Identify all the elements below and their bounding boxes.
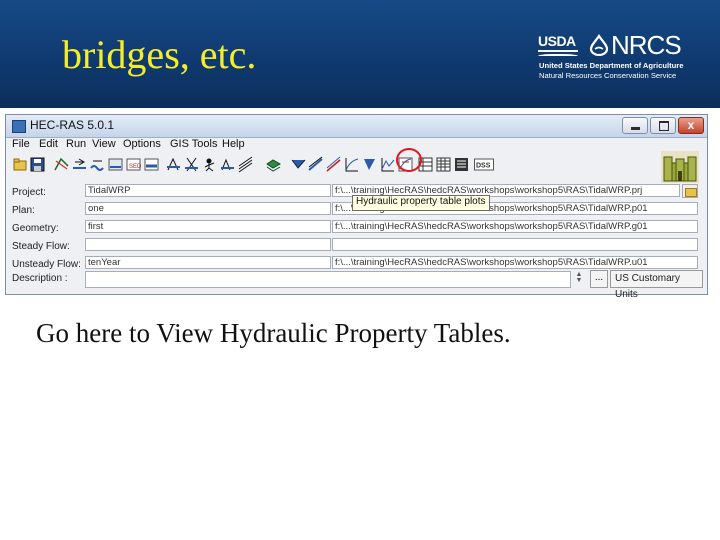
close-button[interactable]: x — [678, 117, 704, 134]
unsteady-flow-label: Unsteady Flow: — [12, 259, 81, 270]
menu-file[interactable]: File — [12, 138, 30, 150]
geometry-label: Geometry: — [12, 223, 59, 234]
slide-header: bridges, etc. USDA NRCS United States De… — [0, 0, 720, 108]
perspective-plot-icon[interactable] — [362, 156, 377, 173]
usda-logo-text: USDA — [538, 33, 576, 49]
quasi-unsteady-flow-icon[interactable] — [108, 156, 123, 173]
menu-options[interactable]: Options — [123, 138, 161, 150]
summary-errors-icon[interactable] — [454, 156, 469, 173]
hydraulic-design-icon[interactable] — [238, 156, 253, 173]
svg-text:SED: SED — [129, 164, 141, 170]
tooltip-hydraulic-property-table-plots: Hydraulic property table plots — [352, 195, 490, 211]
nrcs-logo-text: NRCS — [611, 30, 682, 60]
open-folder-icon[interactable] — [682, 184, 698, 198]
steady-flow-name-field[interactable] — [85, 238, 331, 251]
save-project-icon[interactable] — [30, 156, 45, 173]
stage-flow-hydrograph-icon[interactable] — [380, 156, 395, 173]
menu-view[interactable]: View — [92, 138, 116, 150]
plan-name-field[interactable]: one — [85, 202, 331, 215]
logo-service: Natural Resources Conservation Service — [539, 71, 677, 80]
geometry-path-field[interactable]: f:\...\training\HecRAS\hedcRAS\workshops… — [332, 220, 698, 233]
unsteady-flow-data-icon[interactable] — [90, 156, 105, 173]
svg-text:DSS: DSS — [476, 163, 491, 170]
dss-viewer-icon[interactable]: DSS — [474, 156, 494, 173]
description-scroll[interactable]: ▲ ▼ — [573, 271, 585, 285]
general-profile-plot-icon[interactable] — [326, 156, 341, 173]
steady-flow-path-field[interactable] — [332, 238, 698, 251]
usda-nrcs-logo: USDA NRCS United States Department of Ag… — [538, 30, 708, 82]
unsteady-flow-name-field[interactable]: tenYear — [85, 256, 331, 269]
water-quality-data-icon[interactable] — [144, 156, 159, 173]
project-name-field[interactable]: TidalWRP — [85, 184, 331, 197]
plan-label: Plan: — [12, 205, 35, 216]
water-drop-icon — [589, 34, 609, 56]
steady-flow-data-icon[interactable] — [72, 156, 87, 173]
units-display: US Customary Units — [610, 270, 703, 300]
steady-flow-label: Steady Flow: — [12, 241, 70, 252]
slide-caption: Go here to View Hydraulic Property Table… — [36, 318, 511, 348]
hec-ras-app-icon — [12, 120, 26, 133]
usda-logo-wave — [538, 54, 578, 59]
description-label: Description : — [12, 273, 68, 284]
menu-bar: File Edit Run View Options GIS Tools Hel… — [6, 137, 707, 153]
unsteady-flow-path-field[interactable]: f:\...\training\HecRAS\hedcRAS\workshops… — [332, 256, 698, 269]
profile-plot-icon[interactable] — [308, 156, 323, 173]
usda-logo-rule — [538, 50, 578, 52]
hec-ras-window: HEC-RAS 5.0.1 x File Edit Run View Optio… — [5, 114, 708, 300]
cross-section-plot-icon[interactable] — [291, 156, 306, 173]
maximize-button[interactable] — [650, 117, 676, 134]
slide-title: bridges, etc. — [62, 32, 257, 77]
menu-gis-tools[interactable]: GIS Tools — [170, 138, 218, 150]
geometry-editor-icon[interactable] — [54, 156, 69, 173]
sediment-analysis-icon[interactable] — [202, 156, 217, 173]
description-field[interactable] — [85, 271, 571, 288]
menu-edit[interactable]: Edit — [39, 138, 58, 150]
close-icon: x — [687, 118, 695, 132]
water-quality-analysis-icon[interactable] — [220, 156, 235, 173]
corps-castle-logo-icon — [661, 151, 699, 183]
steady-flow-analysis-icon[interactable] — [166, 156, 181, 173]
unsteady-flow-analysis-icon[interactable] — [184, 156, 199, 173]
rating-curve-icon[interactable] — [344, 156, 359, 173]
project-label: Project: — [12, 187, 46, 198]
toolbar: SED DSS — [8, 153, 705, 181]
ras-mapper-icon[interactable] — [266, 156, 281, 173]
description-more-button[interactable]: ... — [590, 270, 608, 288]
open-project-icon[interactable] — [13, 156, 28, 173]
minimize-button[interactable] — [622, 117, 648, 134]
sediment-data-icon[interactable]: SED — [126, 156, 141, 173]
logo-department: United States Department of Agriculture — [539, 61, 684, 70]
scroll-down-icon[interactable]: ▼ — [573, 277, 585, 284]
menu-run[interactable]: Run — [66, 138, 86, 150]
highlight-circle — [396, 148, 422, 172]
menu-help[interactable]: Help — [222, 138, 245, 150]
window-title: HEC-RAS 5.0.1 — [30, 118, 115, 132]
profile-summary-table-icon[interactable] — [436, 156, 451, 173]
title-bar[interactable]: HEC-RAS 5.0.1 x — [6, 115, 707, 138]
geometry-name-field[interactable]: first — [85, 220, 331, 233]
